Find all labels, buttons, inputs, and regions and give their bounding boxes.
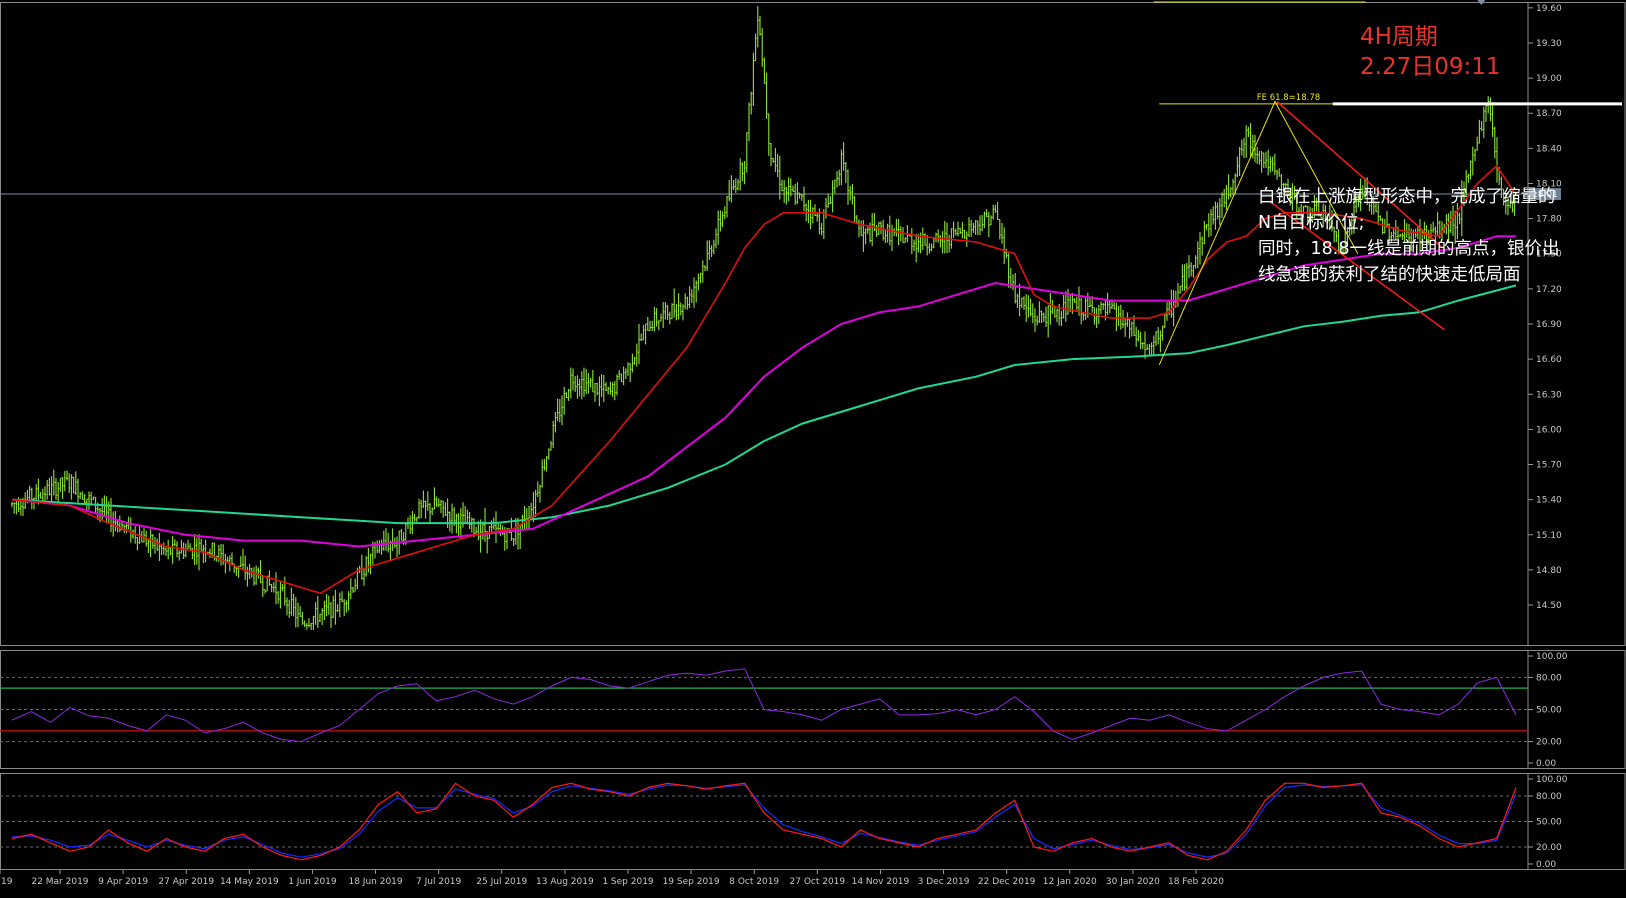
rsi-tick-label: 80.00 [1536, 673, 1562, 683]
x-tick-label: 30 Jan 2020 [1106, 877, 1160, 887]
annotation-timestamp: 2.27日09:11 [1360, 54, 1501, 80]
y-tick-label: 16.60 [1536, 355, 1562, 365]
x-tick-label: 19 Sep 2019 [663, 877, 720, 887]
stoch-tick-label: 20.00 [1536, 843, 1562, 853]
y-tick-label: 18.40 [1536, 144, 1562, 154]
analysis-comment: 白银在上涨旗型形态中，完成了缩量的 N自目标价位; 同时，18.8一线是前期的高… [1258, 184, 1588, 288]
comment-line: N自目标价位; [1258, 213, 1365, 233]
x-tick-label: 27 Apr 2019 [158, 877, 214, 887]
x-tick-label: 1 Sep 2019 [602, 877, 654, 887]
y-tick-label: 14.80 [1536, 566, 1562, 576]
rsi-tick-label: 0.00 [1536, 759, 1556, 769]
x-tick-label: 3 Dec 2019 [918, 877, 970, 887]
x-tick-label: 9 Apr 2019 [98, 877, 148, 887]
x-tick-label: 27 Oct 2019 [790, 877, 846, 887]
stoch-tick-label: 0.00 [1536, 860, 1556, 870]
y-tick-label: 15.70 [1536, 461, 1562, 471]
period-title: 4H周期 [1360, 24, 1438, 50]
y-tick-label: 14.50 [1536, 601, 1562, 611]
y-tick-label: 18.70 [1536, 109, 1562, 119]
price-chart[interactable]: 19.6019.3019.0018.7018.4018.1017.8017.50… [0, 0, 1626, 894]
comment-line: 白银在上涨旗型形态中，完成了缩量的 [1258, 187, 1556, 207]
x-tick-label: 18 Feb 2020 [1168, 877, 1224, 887]
x-tick-label: 22 Mar 2019 [31, 877, 88, 887]
rsi-tick-label: 100.00 [1536, 652, 1568, 662]
stoch-tick-label: 50.00 [1536, 818, 1562, 828]
stoch-tick-label: 80.00 [1536, 792, 1562, 802]
fib-618-label: FE 61.8=18.78 [1257, 93, 1320, 103]
x-tick-label: 1 Jun 2019 [288, 877, 337, 887]
x-tick-label: 8 Oct 2019 [729, 877, 779, 887]
x-tick-label: 7 Jul 2019 [416, 877, 461, 887]
y-tick-label: 15.10 [1536, 531, 1562, 541]
y-tick-label: 16.90 [1536, 320, 1562, 330]
x-tick-label: 14 Nov 2019 [852, 877, 910, 887]
x-tick-label: 19 [1, 877, 13, 887]
y-tick-label: 19.60 [1536, 4, 1562, 14]
y-tick-label: 16.00 [1536, 425, 1562, 435]
x-tick-label: 22 Dec 2019 [978, 877, 1036, 887]
x-tick-label: 12 Jan 2020 [1043, 877, 1097, 887]
rsi-tick-label: 50.00 [1536, 706, 1562, 716]
x-tick-label: 13 Aug 2019 [536, 877, 594, 887]
x-tick-label: 18 Jun 2019 [348, 877, 402, 887]
y-tick-label: 15.40 [1536, 496, 1562, 506]
y-tick-label: 19.30 [1536, 39, 1562, 49]
y-tick-label: 16.30 [1536, 390, 1562, 400]
fib-100-label: FE 100.0=19.65 [1227, 0, 1296, 3]
x-tick-label: 14 May 2019 [220, 877, 279, 887]
y-tick-label: 19.00 [1536, 74, 1562, 84]
stoch-tick-label: 100.00 [1536, 775, 1568, 785]
comment-line: 同时，18.8一线是前期的高点，银价出 [1258, 239, 1560, 259]
period-annotation: 4H周期 2.27日09:11 [1360, 22, 1501, 82]
x-tick-label: 25 Jul 2019 [476, 877, 527, 887]
rsi-tick-label: 20.00 [1536, 738, 1562, 748]
ma-slow-line [11, 284, 1517, 525]
trading-terminal: 19.60 19.30 19.00 18.70 18.40 18.10 17.80 17.50… [0, 0, 1626, 894]
comment-line: 线急速的获利了结的快速走低局面 [1258, 265, 1521, 285]
